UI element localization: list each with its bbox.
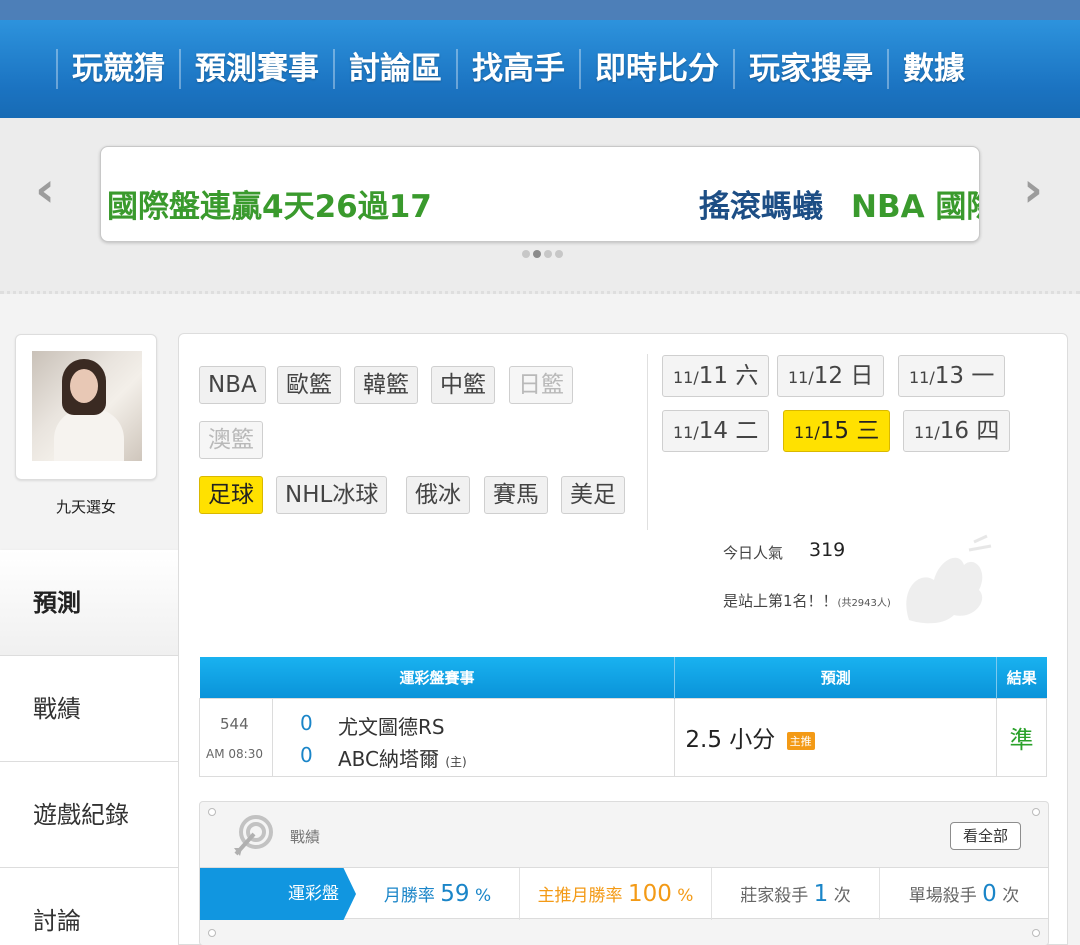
home-score: 0	[300, 742, 313, 767]
match-time: AM 08:30	[206, 746, 263, 761]
home-team[interactable]: ABC納塔爾 (主)	[338, 743, 467, 772]
stats-row: 運彩盤 月勝率 59 % 主推月勝率 100 % 莊家殺手 1 次 單場殺手 0…	[200, 867, 1048, 920]
date-tag-1113[interactable]: 11/13 一	[898, 355, 1006, 397]
cat-tag-nhl[interactable]: NHL冰球	[276, 476, 388, 514]
ticker-text-b-detail: NBA 國際	[851, 189, 979, 225]
nav-item-live-scores[interactable]: 即時比分	[579, 49, 733, 89]
match-number: 544	[220, 714, 249, 733]
cat-tag-china-basketball[interactable]: 中籃	[431, 366, 495, 404]
chevron-left-icon[interactable]: ‹	[30, 165, 60, 215]
nav-item-predictions[interactable]: 預測賽事	[179, 49, 333, 89]
carousel-dot[interactable]	[555, 250, 563, 258]
cat-tag-soccer[interactable]: 足球	[199, 476, 263, 514]
stat-month-win-rate: 月勝率 59 %	[356, 868, 520, 920]
cat-tag-japan-basketball: 日籃	[509, 366, 573, 404]
cat-tag-nba[interactable]: NBA	[199, 366, 266, 404]
ticker-text-b-name: 搖滾螞蟻	[699, 189, 823, 225]
stat-dealer-killer: 莊家殺手 1 次	[712, 868, 880, 920]
date-tag-1115[interactable]: 11/15 三	[783, 410, 891, 452]
popularity-value: 319	[809, 539, 846, 561]
nav-item-find-experts[interactable]: 找高手	[456, 49, 579, 89]
result-cell: 準	[996, 697, 1047, 777]
target-icon	[234, 815, 273, 856]
chevron-right-icon[interactable]: ›	[1018, 165, 1048, 215]
stats-tab-lottery[interactable]: 運彩盤	[200, 868, 356, 920]
view-all-button[interactable]: 看全部	[950, 822, 1022, 850]
away-score: 0	[300, 710, 313, 735]
nav-item-guess[interactable]: 玩競猜	[56, 49, 179, 89]
username: 九天選女	[55, 498, 116, 516]
prediction-cell: 2.5 小分 主推	[674, 697, 998, 777]
top-strip	[0, 0, 1080, 20]
prediction-value: 2.5 小分	[685, 727, 776, 753]
cat-tag-american-football[interactable]: 美足	[561, 476, 625, 514]
cat-tag-australia-basketball: 澳籃	[199, 421, 263, 459]
away-team[interactable]: 尤文圖德RS	[338, 711, 445, 740]
popularity-label: 今日人氣	[723, 544, 784, 562]
table-header-result: 結果	[996, 657, 1047, 698]
cat-tag-euro-basketball[interactable]: 歐籃	[277, 366, 341, 404]
table-header-prediction: 預測	[674, 657, 998, 698]
avatar-frame[interactable]	[15, 334, 157, 480]
match-cell: 544 AM 08:30 0 尤文圖德RS 0 ABC納塔爾 (主)	[198, 697, 676, 777]
side-item-record[interactable]: 戰績	[0, 656, 178, 762]
record-title: 戰績	[290, 828, 321, 846]
ticker-text-a: 國際盤連贏4天26過17	[107, 189, 432, 225]
carousel-dots[interactable]	[522, 250, 563, 258]
table-row[interactable]: 544 AM 08:30 0 尤文圖德RS 0 ABC納塔爾 (主) 2.5 小…	[198, 697, 1047, 777]
main-panel: NBA 歐籃 韓籃 中籃 日籃 澳籃 足球 NHL冰球 俄冰 賽馬 美足 11/…	[178, 333, 1068, 945]
side-item-discussion[interactable]: 討論	[0, 868, 178, 945]
main-pick-badge: 主推	[786, 731, 815, 750]
date-tag-1112[interactable]: 11/12 日	[777, 355, 885, 397]
table-header-match: 運彩盤賽事	[199, 657, 676, 698]
date-tag-1114[interactable]: 11/14 二	[662, 410, 770, 452]
carousel-dot[interactable]	[544, 250, 552, 258]
prediction-table: 運彩盤賽事 預測 結果 544 AM 08:30 0 尤文圖德RS 0 ABC納…	[198, 657, 1047, 777]
mascot-watermark-icon	[906, 534, 992, 624]
side-item-game-history[interactable]: 遊戲紀錄	[0, 762, 178, 868]
divider	[647, 354, 648, 530]
carousel-dot-active[interactable]	[533, 250, 541, 258]
nav-item-forum[interactable]: 討論區	[333, 49, 456, 89]
top-navbar: 玩競猜 預測賽事 討論區 找高手 即時比分 玩家搜尋 數據	[0, 20, 1080, 118]
stat-main-pick-win-rate: 主推月勝率 100 %	[520, 868, 712, 920]
news-ticker[interactable]: 國際盤連贏4天26過17 搖滾螞蟻 NBA 國際	[100, 146, 980, 242]
cat-tag-russia-hockey[interactable]: 俄冰	[406, 476, 470, 514]
cat-tag-korea-basketball[interactable]: 韓籃	[354, 366, 418, 404]
side-item-predictions[interactable]: 預測	[0, 550, 188, 656]
side-menu: 預測 戰績 遊戲紀錄 討論	[0, 550, 188, 945]
carousel-dot[interactable]	[522, 250, 530, 258]
nav-item-data[interactable]: 數據	[887, 49, 979, 89]
avatar	[32, 351, 142, 461]
nav-item-player-search[interactable]: 玩家搜尋	[733, 49, 887, 89]
rank-line: 是站上第1名！！(共2943人)	[723, 592, 891, 610]
date-tag-1116[interactable]: 11/16 四	[903, 410, 1011, 452]
stat-single-killer: 單場殺手 0 次	[908, 881, 1020, 907]
date-tag-1111[interactable]: 11/11 六	[662, 355, 770, 397]
record-box: 戰績 看全部 運彩盤 月勝率 59 % 主推月勝率 100 % 莊家殺手 1 次…	[199, 801, 1049, 945]
cat-tag-horse-racing[interactable]: 賽馬	[484, 476, 548, 514]
